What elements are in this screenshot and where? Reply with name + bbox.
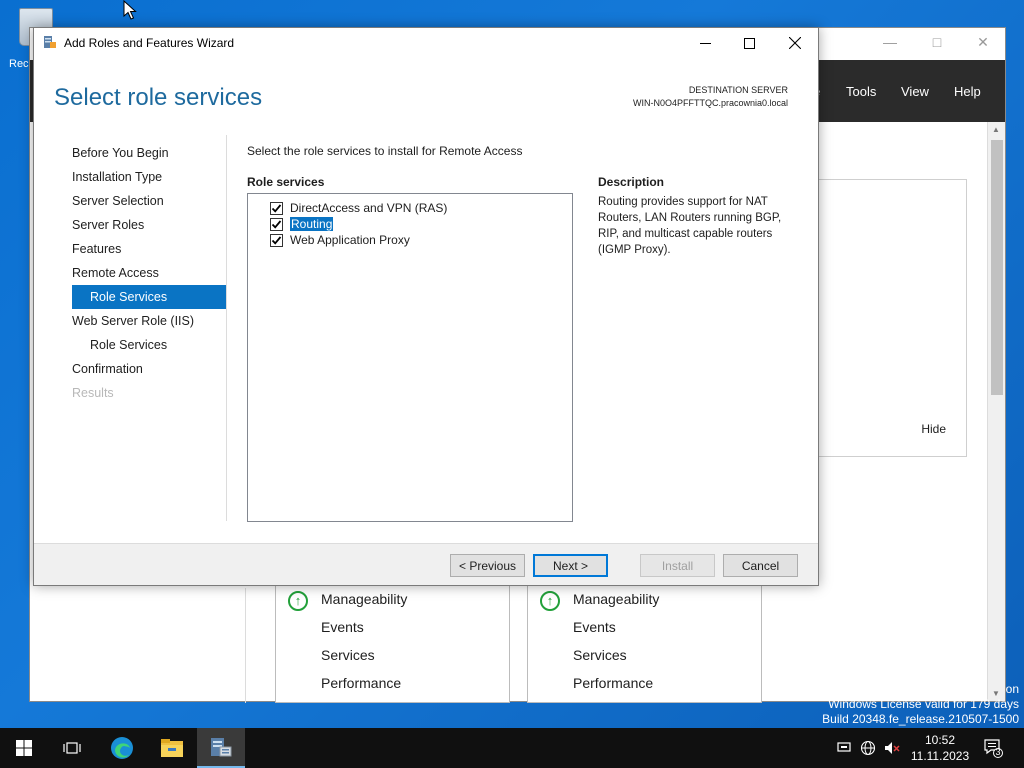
role-services-heading: Role services xyxy=(247,175,325,189)
tile-row-performance[interactable]: Performance xyxy=(321,675,401,691)
nav-before-you-begin[interactable]: Before You Begin xyxy=(72,141,226,165)
tile-row-performance[interactable]: Performance xyxy=(573,675,653,691)
tile-row-services[interactable]: Services xyxy=(573,647,627,663)
sm-hide-link[interactable]: Hide xyxy=(921,422,946,436)
instruction-text: Select the role services to install for … xyxy=(247,144,523,158)
license-watermark: on Windows License valid for 179 days Bu… xyxy=(822,682,1019,727)
nav-installation-type[interactable]: Installation Type xyxy=(72,165,226,189)
role-service-web-app-proxy[interactable]: Web Application Proxy xyxy=(270,232,410,248)
tile-row-manageability[interactable]: Manageability xyxy=(321,591,407,607)
destination-server-info: DESTINATION SERVER WIN-N0O4PFFTTQC.praco… xyxy=(633,84,788,110)
wizard-header: Select role services DESTINATION SERVER … xyxy=(34,58,818,135)
add-roles-wizard-window: Add Roles and Features Wizard Select rol… xyxy=(33,27,819,586)
checkmark-icon xyxy=(271,219,282,229)
windows-logo-icon xyxy=(16,740,32,756)
role-service-label: Web Application Proxy xyxy=(290,233,410,247)
sm-maximize-icon[interactable]: □ xyxy=(925,34,949,54)
nav-remote-access[interactable]: Remote Access xyxy=(72,261,226,285)
wizard-footer: < Previous Next > Install Cancel xyxy=(34,543,818,585)
sm-scrollbar[interactable]: ▲ ▼ xyxy=(987,122,1005,701)
file-explorer-icon xyxy=(161,739,183,757)
task-view-icon xyxy=(63,742,81,754)
server-manager-app-icon xyxy=(44,36,56,48)
notification-center-button[interactable]: 3 xyxy=(983,738,1003,758)
tile-row-events[interactable]: Events xyxy=(573,619,616,635)
clock-date: 11.11.2023 xyxy=(910,749,970,763)
sm-menu-help[interactable]: Help xyxy=(954,84,981,99)
sm-tile[interactable]: ↑ Manageability Events Services Performa… xyxy=(527,583,762,703)
description-text: Routing provides support for NAT Routers… xyxy=(598,196,782,256)
recycle-bin-label: Rec xyxy=(9,58,29,70)
watermark-fragment: on xyxy=(1005,682,1019,696)
role-services-list[interactable]: DirectAccess and VPN (RAS) Routing Web A… xyxy=(247,193,573,522)
next-button[interactable]: Next > xyxy=(533,554,608,577)
nav-results: Results xyxy=(72,386,114,400)
globe-network-icon[interactable] xyxy=(860,740,876,756)
sm-welcome-panel: Hide xyxy=(818,179,967,457)
checkbox-routing[interactable] xyxy=(270,217,283,231)
nav-web-server-role[interactable]: Web Server Role (IIS) xyxy=(72,309,226,333)
sm-scroll-thumb[interactable] xyxy=(991,140,1003,395)
server-manager-button[interactable] xyxy=(197,728,245,768)
description-heading: Description xyxy=(598,175,665,189)
task-view-button[interactable] xyxy=(48,728,96,768)
sm-menu-view[interactable]: View xyxy=(901,84,929,99)
cancel-button[interactable]: Cancel xyxy=(723,554,798,577)
role-service-label: DirectAccess and VPN (RAS) xyxy=(290,201,448,215)
maximize-icon[interactable] xyxy=(726,28,772,58)
sm-tile[interactable]: ↑ Manageability Events Services Performa… xyxy=(275,583,510,703)
minimize-icon[interactable] xyxy=(682,28,728,58)
role-service-routing[interactable]: Routing xyxy=(270,216,335,232)
previous-button[interactable]: < Previous xyxy=(450,554,525,577)
nav-features[interactable]: Features xyxy=(72,237,226,261)
edge-button[interactable] xyxy=(98,728,146,768)
network-adapter-icon[interactable] xyxy=(836,740,852,756)
edge-browser-icon xyxy=(111,737,133,759)
watermark-build: Build 20348.fe_release.210507-1500 xyxy=(822,712,1019,726)
wizard-content: Select the role services to install for … xyxy=(247,135,818,543)
wizard-nav: Before You Begin Installation Type Serve… xyxy=(72,141,226,405)
sm-close-icon[interactable]: ✕ xyxy=(971,34,995,54)
wizard-body: Before You Begin Installation Type Serve… xyxy=(34,135,818,543)
nav-role-services-iis[interactable]: Role Services xyxy=(72,333,226,357)
wizard-titlebar: Add Roles and Features Wizard xyxy=(34,28,818,58)
ok-status-icon: ↑ xyxy=(288,591,308,611)
volume-muted-icon[interactable] xyxy=(884,740,900,756)
tile-row-manageability[interactable]: Manageability xyxy=(573,591,659,607)
tile-row-events[interactable]: Events xyxy=(321,619,364,635)
sm-scroll-up-icon[interactable]: ▲ xyxy=(992,125,1000,134)
taskbar: 10:52 11.11.2023 3 xyxy=(0,728,1024,768)
nav-server-roles[interactable]: Server Roles xyxy=(72,213,226,237)
checkmark-icon xyxy=(271,235,282,245)
role-service-label-selected: Routing xyxy=(288,216,335,232)
sm-menu-tools[interactable]: Tools xyxy=(846,84,876,99)
page-title: Select role services xyxy=(54,84,263,111)
destination-label: DESTINATION SERVER xyxy=(688,85,788,95)
nav-role-services-remote-access[interactable]: Role Services xyxy=(72,285,226,309)
nav-confirmation[interactable]: Confirmation xyxy=(72,357,226,381)
wizard-title: Add Roles and Features Wizard xyxy=(64,36,235,50)
notification-count: 3 xyxy=(995,747,1001,757)
server-manager-icon xyxy=(211,738,232,757)
sm-minimize-icon[interactable]: — xyxy=(878,34,902,54)
destination-server-name: WIN-N0O4PFFTTQC.pracownia0.local xyxy=(632,98,788,108)
checkbox-directaccess[interactable] xyxy=(270,201,283,215)
watermark-license: Windows License valid for 179 days xyxy=(828,697,1019,711)
file-explorer-button[interactable] xyxy=(148,728,196,768)
role-service-directaccess[interactable]: DirectAccess and VPN (RAS) xyxy=(270,200,447,216)
checkbox-web-app-proxy[interactable] xyxy=(270,233,283,247)
taskbar-clock[interactable]: 10:52 11.11.2023 xyxy=(900,732,980,764)
nav-server-selection[interactable]: Server Selection xyxy=(72,189,226,213)
ok-status-icon: ↑ xyxy=(540,591,560,611)
install-button: Install xyxy=(640,554,715,577)
clock-time: 10:52 xyxy=(924,733,956,747)
start-button[interactable] xyxy=(0,728,48,768)
nav-divider xyxy=(226,135,227,521)
sm-divider xyxy=(245,588,246,703)
tile-row-services[interactable]: Services xyxy=(321,647,375,663)
close-icon[interactable] xyxy=(772,28,818,58)
checkmark-icon xyxy=(271,203,282,213)
mouse-cursor-icon xyxy=(123,0,137,20)
